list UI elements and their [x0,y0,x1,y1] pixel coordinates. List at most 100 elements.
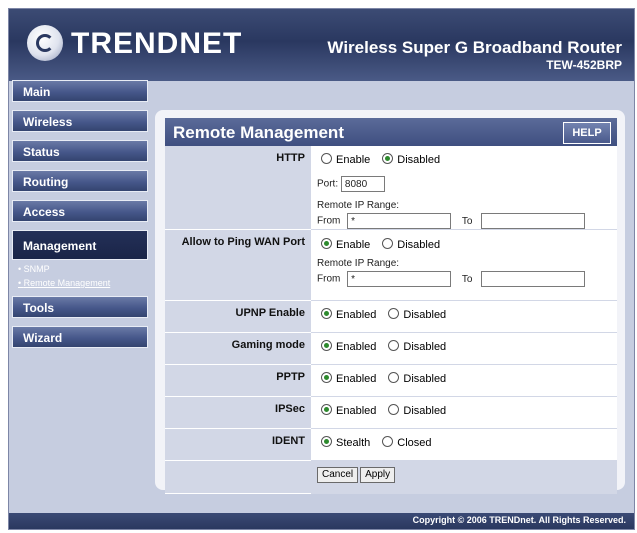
nav-status[interactable]: Status [12,140,148,162]
ipsec-row: IPSec Enabled Disabled [165,396,617,429]
model-number: TEW-452BRP [546,58,622,72]
ipsec-disabled-radio[interactable] [388,404,400,415]
ping-enable-option[interactable]: Enable [317,238,371,251]
buttons-label-cell [165,460,311,494]
pptp-disabled-label: Disabled [403,373,447,385]
nav-wizard[interactable]: Wizard [12,326,148,348]
cancel-button[interactable]: Cancel [317,467,359,483]
sidebar: Main Wireless Status Routing Access Mana… [12,80,148,356]
ping-enable-radio[interactable] [321,238,332,249]
subnav-snmp[interactable]: • SNMP [18,264,148,274]
page-title: Remote Management [173,123,344,142]
ident-closed-label: Closed [397,437,432,449]
ident-row: IDENT Stealth Closed [165,428,617,461]
http-from-input[interactable]: * [347,213,452,229]
nav-tools[interactable]: Tools [12,296,148,318]
ipsec-enabled-option[interactable]: Enabled [317,404,377,417]
ping-from-input[interactable]: * [347,271,452,287]
buttons-cell: Cancel Apply [311,460,617,494]
subnav-remote-management-label: Remote Management [23,278,111,288]
ping-from-label: From [317,273,341,285]
ping-disabled-label: Disabled [397,239,441,251]
nav-main[interactable]: Main [12,80,148,102]
ipsec-enabled-label: Enabled [336,405,377,417]
gaming-enabled-option[interactable]: Enabled [317,340,377,353]
http-range-label: Remote IP Range: [317,200,400,211]
upnp-row: UPNP Enable Enabled Disabled [165,300,617,333]
gaming-row: Gaming mode Enabled Disabled [165,332,617,365]
ping-to-label: To [461,273,473,285]
pptp-enabled-label: Enabled [336,373,377,385]
http-options: Enable Disabled Port: 8080 Remote IP Rang… [311,146,617,230]
ping-label: Allow to Ping WAN Port [165,229,311,301]
ident-stealth-radio[interactable] [321,436,332,447]
upnp-label: UPNP Enable [165,300,311,333]
help-button[interactable]: HELP [563,122,611,144]
ident-closed-option[interactable]: Closed [378,436,432,449]
nav-access[interactable]: Access [12,200,148,222]
http-row: HTTP Enable Disabled Port: 8080 Remote IP… [165,146,617,230]
http-disabled-option[interactable]: Disabled [378,153,441,166]
upnp-enabled-radio[interactable] [321,308,332,319]
ping-options: Enable Disabled Remote IP Range: From * T… [311,229,617,301]
port-label: Port: [317,178,339,190]
ipsec-disabled-option[interactable]: Disabled [384,404,446,417]
nav-management[interactable]: Management [12,230,148,260]
apply-button[interactable]: Apply [360,467,396,483]
buttons-row: Cancel Apply [165,460,617,494]
trendnet-logo-icon [27,25,63,61]
ping-range-label: Remote IP Range: [317,258,400,269]
ping-disabled-option[interactable]: Disabled [378,238,441,251]
http-enable-radio[interactable] [321,153,332,164]
footer: Copyright © 2006 TRENDnet. All Rights Re… [9,513,634,529]
subnav-remote-management[interactable]: • Remote Management [18,278,148,288]
gaming-disabled-option[interactable]: Disabled [384,340,447,353]
brand-logo: TRENDNET [71,27,243,60]
gaming-enabled-radio[interactable] [321,340,332,351]
pptp-enabled-radio[interactable] [321,372,332,383]
pptp-label: PPTP [165,364,311,397]
panel-header: Remote Management HELP [165,118,617,146]
nav-wireless[interactable]: Wireless [12,110,148,132]
http-enable-option[interactable]: Enable [317,153,371,166]
copyright-text: Copyright © 2006 TRENDnet. All Rights Re… [412,515,626,525]
gaming-enabled-label: Enabled [336,341,377,353]
gaming-disabled-label: Disabled [403,341,447,353]
ping-row: Allow to Ping WAN Port Enable Disabled Re… [165,229,617,301]
pptp-enabled-option[interactable]: Enabled [317,372,377,385]
upnp-disabled-label: Disabled [403,309,447,321]
upnp-enabled-label: Enabled [336,309,377,321]
pptp-disabled-option[interactable]: Disabled [384,372,447,385]
header: TRENDNET Wireless Super G Broadband Rout… [9,9,634,81]
gaming-label: Gaming mode [165,332,311,365]
upnp-options: Enabled Disabled [311,300,617,333]
nav-routing[interactable]: Routing [12,170,148,192]
upnp-enabled-option[interactable]: Enabled [317,308,377,321]
ident-stealth-label: Stealth [336,437,371,449]
ipsec-options: Enabled Disabled [311,396,617,429]
ipsec-enabled-radio[interactable] [321,404,332,415]
upnp-disabled-radio[interactable] [388,308,400,319]
subnav-snmp-label: SNMP [23,264,50,274]
http-disabled-radio[interactable] [382,153,394,164]
http-label: HTTP [165,146,311,230]
pptp-options: Enabled Disabled [311,364,617,397]
pptp-row: PPTP Enabled Disabled [165,364,617,397]
ping-enable-label: Enable [336,239,371,251]
ident-stealth-option[interactable]: Stealth [317,436,371,449]
product-name: Wireless Super G Broadband Router [327,38,622,57]
http-to-label: To [461,215,473,227]
http-disabled-label: Disabled [397,154,441,166]
http-enable-label: Enable [336,154,371,166]
gaming-disabled-radio[interactable] [388,340,400,351]
ipsec-label: IPSec [165,396,311,429]
http-from-label: From [317,215,341,227]
pptp-disabled-radio[interactable] [388,372,400,383]
port-input[interactable]: 8080 [340,176,385,192]
upnp-disabled-option[interactable]: Disabled [384,308,447,321]
ping-to-input[interactable] [481,271,586,287]
ident-closed-radio[interactable] [382,436,394,447]
ident-options: Stealth Closed [311,428,617,461]
ping-disabled-radio[interactable] [382,238,394,249]
http-to-input[interactable] [481,213,586,229]
